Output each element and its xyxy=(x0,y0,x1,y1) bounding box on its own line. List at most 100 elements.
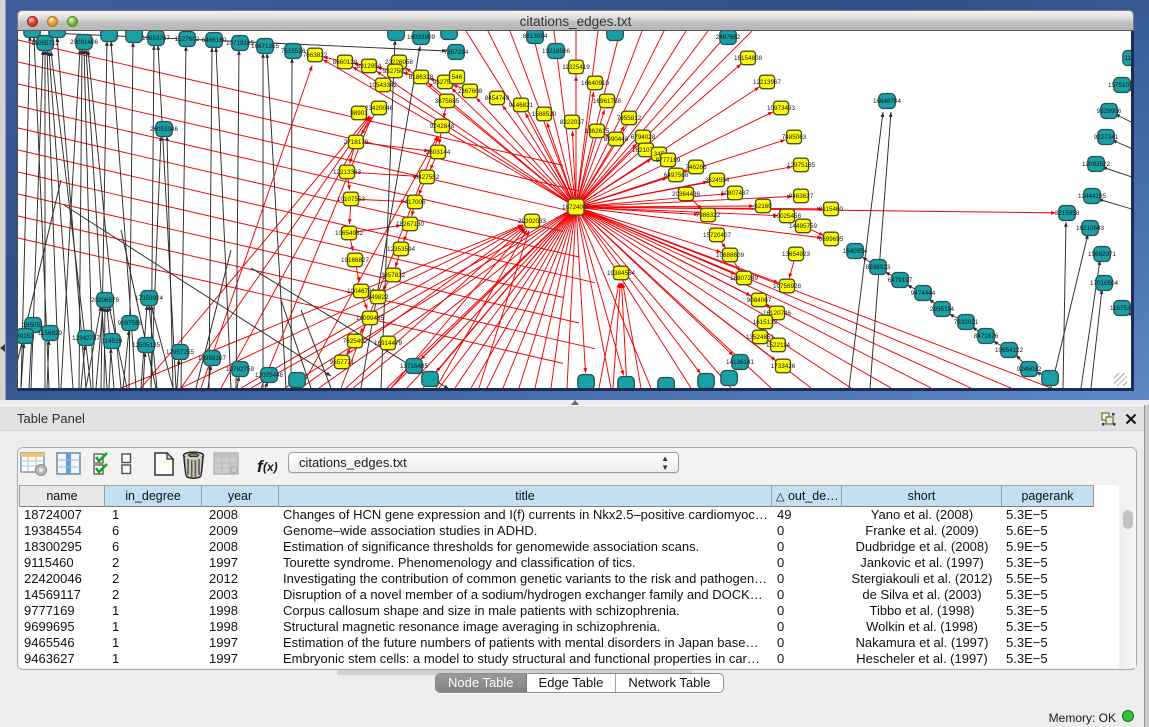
svg-text:12444195: 12444195 xyxy=(1078,193,1107,200)
svg-text:7632021: 7632021 xyxy=(954,319,979,326)
svg-text:1588520: 1588520 xyxy=(532,111,557,118)
svg-text:15720407: 15720407 xyxy=(703,232,732,239)
svg-text:8660128: 8660128 xyxy=(333,59,358,66)
svg-text:14136141: 14136141 xyxy=(726,359,755,366)
svg-text:9227341: 9227341 xyxy=(1094,134,1119,141)
svg-text:20206578: 20206578 xyxy=(91,297,120,304)
svg-text:2803144: 2803144 xyxy=(426,149,451,156)
svg-text:10654982: 10654982 xyxy=(335,230,364,237)
svg-text:9327503: 9327503 xyxy=(383,68,408,75)
svg-text:7625402: 7625402 xyxy=(343,338,368,345)
svg-text:7663822: 7663822 xyxy=(303,52,328,59)
svg-text:14055712: 14055712 xyxy=(31,40,60,47)
svg-text:9657771: 9657771 xyxy=(330,359,355,366)
svg-text:9245032: 9245032 xyxy=(1017,366,1042,373)
svg-text:20364436: 20364436 xyxy=(672,191,701,198)
svg-text:6497568: 6497568 xyxy=(664,172,689,179)
svg-text:9097568: 9097568 xyxy=(118,320,143,327)
svg-text:16154808: 16154808 xyxy=(734,55,763,62)
svg-text:12353594: 12353594 xyxy=(387,246,416,253)
svg-text:14099485: 14099485 xyxy=(356,315,385,322)
svg-text:14495759: 14495759 xyxy=(789,223,818,230)
svg-text:3215958: 3215958 xyxy=(1055,210,1080,217)
svg-text:16033809: 16033809 xyxy=(407,34,436,41)
svg-text:18724007: 18724007 xyxy=(562,204,591,211)
svg-text:12213967: 12213967 xyxy=(753,79,782,86)
svg-text:9474444: 9474444 xyxy=(911,290,936,297)
svg-text:11325419: 11325419 xyxy=(562,64,590,71)
svg-text:417006: 417006 xyxy=(404,199,426,206)
svg-text:39153: 39153 xyxy=(18,333,34,340)
svg-text:546: 546 xyxy=(452,74,463,81)
svg-text:23420046: 23420046 xyxy=(365,105,394,112)
svg-text:(x): (x) xyxy=(263,460,278,474)
svg-text:9146821: 9146821 xyxy=(509,102,534,109)
svg-text:15751074: 15751074 xyxy=(1108,82,1131,89)
svg-text:1522114: 1522114 xyxy=(766,342,791,349)
svg-text:12975165: 12975165 xyxy=(787,162,816,169)
svg-text:1733426: 1733426 xyxy=(771,363,796,370)
svg-text:10653267: 10653267 xyxy=(142,35,171,42)
svg-text:7955812: 7955812 xyxy=(617,115,642,122)
svg-text:114519: 114519 xyxy=(102,338,123,345)
svg-text:949822: 949822 xyxy=(367,294,389,301)
svg-text:16648784: 16648784 xyxy=(873,98,902,105)
svg-text:62160: 62160 xyxy=(754,203,772,210)
svg-text:9529906: 9529906 xyxy=(1097,108,1122,115)
svg-text:13654923: 13654923 xyxy=(782,251,811,258)
svg-text:2935114: 2935114 xyxy=(930,306,955,313)
svg-text:13716485: 13716485 xyxy=(400,363,429,370)
svg-text:10807487: 10807487 xyxy=(721,190,750,197)
svg-text:8938923: 8938923 xyxy=(866,264,891,271)
svg-text:19384554: 19384554 xyxy=(607,270,636,277)
svg-text:26053346: 26053346 xyxy=(150,126,179,133)
svg-text:1615132: 1615132 xyxy=(753,319,778,326)
svg-text:1527602: 1527602 xyxy=(175,36,200,43)
svg-text:12025446: 12025446 xyxy=(255,372,284,379)
svg-text:16671355: 16671355 xyxy=(251,43,280,50)
svg-text:18267130: 18267130 xyxy=(396,221,425,228)
svg-text:10688609: 10688609 xyxy=(716,252,745,259)
svg-text:8471676: 8471676 xyxy=(974,333,999,340)
svg-text:6466160: 6466160 xyxy=(202,37,227,44)
svg-text:8813054: 8813054 xyxy=(523,33,548,40)
svg-text:9084067: 9084067 xyxy=(747,297,772,304)
svg-text:6794028: 6794028 xyxy=(631,134,656,141)
svg-text:9777169: 9777169 xyxy=(656,157,681,164)
svg-text:8186328: 8186328 xyxy=(409,74,434,81)
svg-text:12342737: 12342737 xyxy=(72,335,101,342)
svg-text:6699695: 6699695 xyxy=(819,236,844,243)
svg-text:3857832: 3857832 xyxy=(381,272,406,279)
svg-text:10973493: 10973493 xyxy=(767,105,796,112)
svg-text:9463627: 9463627 xyxy=(789,193,814,200)
svg-text:16961758: 16961758 xyxy=(593,98,622,105)
svg-text:10782759: 10782759 xyxy=(226,366,255,373)
svg-text:12093522: 12093522 xyxy=(1082,161,1111,168)
svg-text:1112: 1112 xyxy=(1124,55,1131,62)
svg-text:10107553: 10107553 xyxy=(337,196,366,203)
svg-text:8912954: 8912954 xyxy=(357,63,382,70)
svg-text:7485063: 7485063 xyxy=(782,134,807,141)
svg-text:1362615: 1362615 xyxy=(585,128,610,135)
svg-text:12213363: 12213363 xyxy=(333,169,362,176)
svg-text:8990448: 8990448 xyxy=(604,136,629,143)
svg-text:10654122: 10654122 xyxy=(995,347,1024,354)
svg-text:8322037: 8322037 xyxy=(560,119,585,126)
svg-text:10543342: 10543342 xyxy=(369,82,398,89)
svg-text:19166827: 19166827 xyxy=(341,257,370,264)
svg-text:18807249: 18807249 xyxy=(730,275,759,282)
svg-text:16914479: 16914479 xyxy=(374,340,403,347)
svg-text:17359924: 17359924 xyxy=(135,295,164,302)
svg-text:29302033: 29302033 xyxy=(518,218,547,225)
svg-text:10958107: 10958107 xyxy=(198,355,227,362)
svg-text:16210643: 16210643 xyxy=(1076,225,1105,232)
svg-text:15692971: 15692971 xyxy=(1088,251,1117,258)
svg-text:20091406: 20091406 xyxy=(70,39,99,46)
svg-text:9242848: 9242848 xyxy=(430,123,455,130)
svg-text:2718170: 2718170 xyxy=(344,139,369,146)
svg-text:17010504: 17010504 xyxy=(1090,280,1119,287)
svg-text:16640910: 16640910 xyxy=(581,80,610,87)
svg-text:8427552: 8427552 xyxy=(415,174,440,181)
svg-text:17957255: 17957255 xyxy=(166,349,195,356)
svg-text:8454749: 8454749 xyxy=(485,95,510,102)
